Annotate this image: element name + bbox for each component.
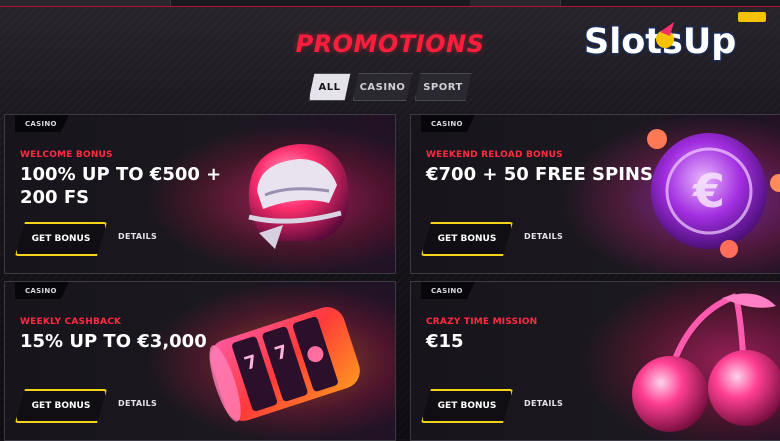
nav-segment[interactable]: [0, 0, 171, 6]
slotsup-logo: SlotsUp: [583, 12, 766, 64]
get-bonus-button[interactable]: GET BONUS: [15, 222, 107, 256]
details-link[interactable]: DETAILS: [118, 232, 157, 241]
tab-all[interactable]: ALL: [309, 73, 351, 101]
promo-card-crazy-time-mission[interactable]: CASINO CRAZY TIME MISSION €15 GET BONUS …: [410, 281, 780, 441]
category-tag: CASINO: [15, 282, 69, 299]
category-tag: CASINO: [421, 115, 475, 132]
category-tag: CASINO: [421, 282, 475, 299]
promo-subtitle: WELCOME BONUS: [20, 150, 113, 160]
promo-subtitle: WEEKLY CASHBACK: [20, 317, 122, 327]
details-link[interactable]: DETAILS: [118, 399, 157, 408]
top-navigation-bar: [0, 0, 780, 7]
promo-card-welcome-bonus[interactable]: CASINO WELCOME BONUS 100% UP TO €500 + 2…: [4, 114, 396, 274]
promo-card-weekly-cashback[interactable]: CASINO WEEKLY CASHBACK 15% UP TO €3,000 …: [4, 281, 396, 441]
tab-casino[interactable]: CASINO: [353, 73, 413, 101]
details-link[interactable]: DETAILS: [524, 232, 563, 241]
promo-card-weekend-reload[interactable]: CASINO WEEKEND RELOAD BONUS €700 + 50 FR…: [410, 114, 780, 274]
get-bonus-button[interactable]: GET BONUS: [421, 389, 513, 423]
promo-headline: €700 + 50 FREE SPINS: [426, 164, 653, 185]
tab-sport[interactable]: SPORT: [415, 73, 472, 101]
promo-headline: 15% UP TO €3,000: [20, 331, 207, 352]
get-bonus-button[interactable]: GET BONUS: [421, 222, 513, 256]
promo-subtitle: CRAZY TIME MISSION: [426, 317, 538, 327]
get-bonus-button[interactable]: GET BONUS: [15, 389, 107, 423]
category-tag: CASINO: [15, 115, 69, 132]
details-link[interactable]: DETAILS: [524, 399, 563, 408]
category-filter-tabs: ALL CASINO SPORT: [0, 73, 780, 101]
nav-segment[interactable]: [470, 0, 561, 6]
promo-headline: €15: [426, 331, 464, 352]
promo-subtitle: WEEKEND RELOAD BONUS: [426, 150, 563, 160]
promo-headline: 100% UP TO €500 + 200 FS: [20, 164, 222, 208]
